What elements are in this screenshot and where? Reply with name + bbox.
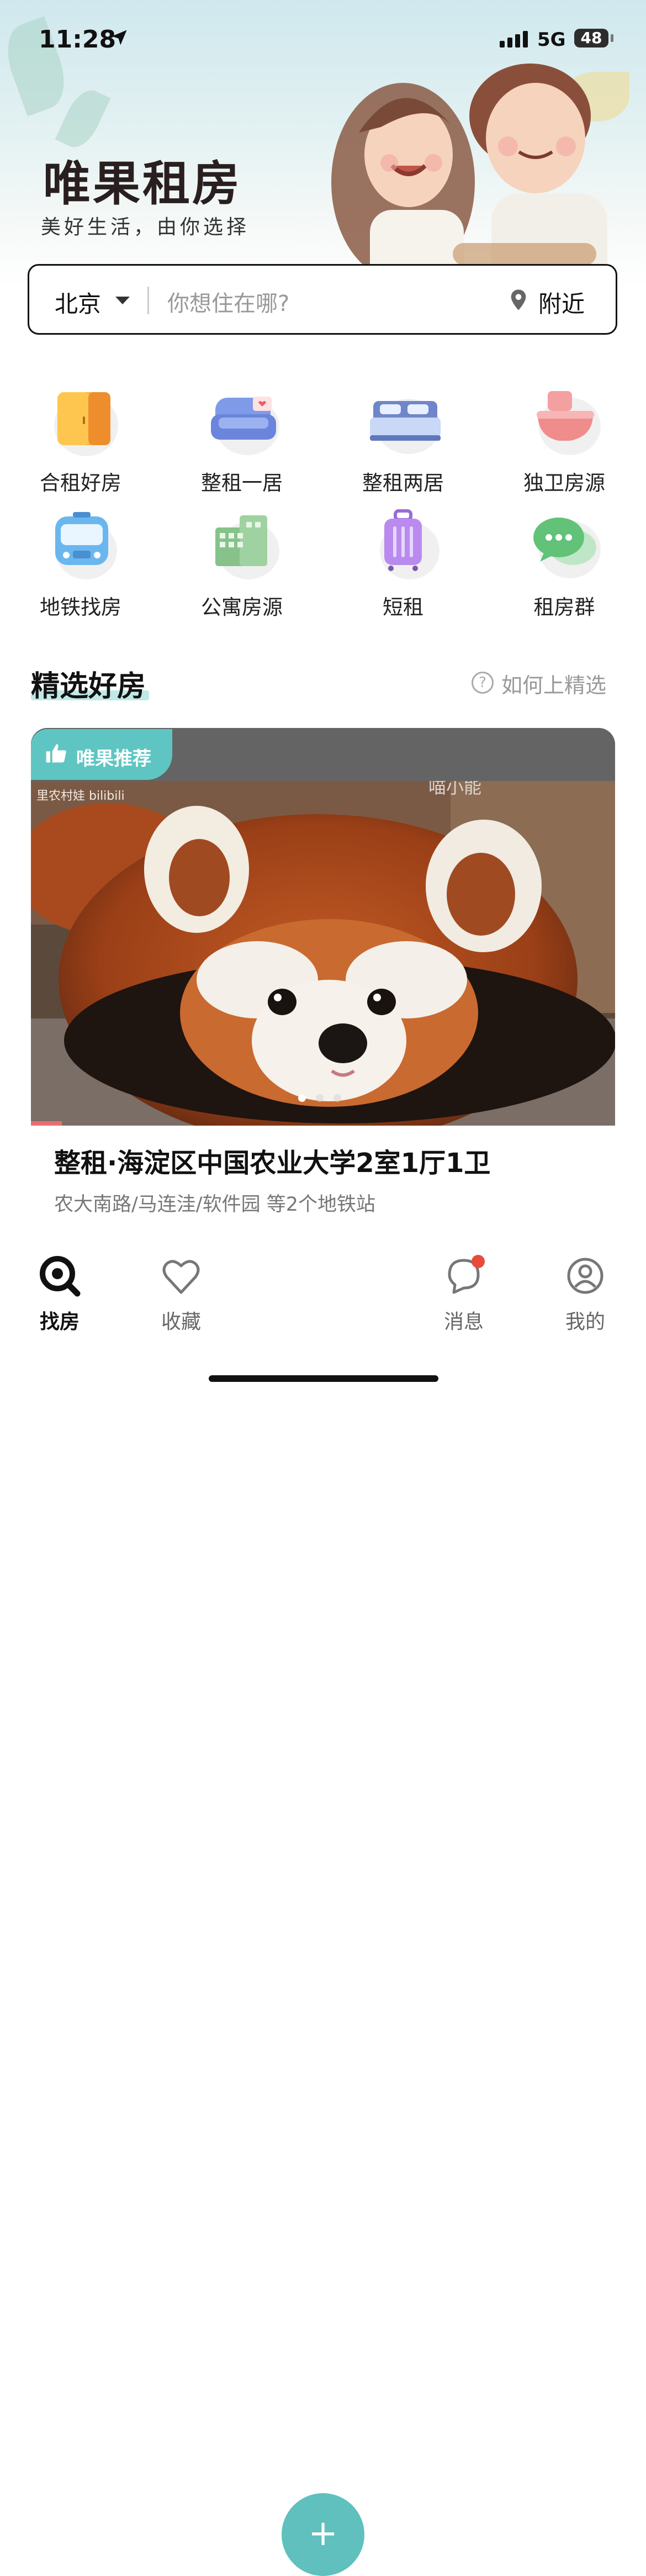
category-shared-rent[interactable]: 合租好房 (0, 381, 161, 496)
pager-dot (333, 1094, 341, 1102)
nearby-button[interactable]: 附近 (538, 286, 585, 319)
city-selector[interactable]: 北京 (55, 286, 101, 319)
category-label: 短租 (383, 595, 423, 619)
tab-favorites[interactable]: 收藏 (131, 1254, 231, 1334)
category-label: 整租一居 (201, 471, 283, 495)
profile-icon (567, 1258, 603, 1294)
category-rent-group[interactable]: 租房群 (484, 505, 645, 620)
recommend-badge: 唯果推荐 (31, 729, 172, 780)
signal-icon (500, 31, 528, 47)
listing-photo[interactable]: 里农村娃 bilibili 喵小能 (31, 781, 615, 1126)
section-title: 精选好房 (31, 670, 146, 703)
tab-messages[interactable]: 消息 (414, 1254, 513, 1334)
how-to-feature-link[interactable]: 如何上精选 (501, 668, 606, 699)
battery-tip (611, 34, 613, 42)
category-label: 整租两居 (362, 471, 444, 495)
tab-find-house[interactable]: 找房 (10, 1254, 109, 1334)
category-apartment[interactable]: 公寓房源 (161, 505, 322, 620)
help-circle-icon[interactable]: ? (472, 672, 494, 694)
category-private-bath[interactable]: 独卫房源 (484, 381, 645, 496)
category-label: 地铁找房 (40, 595, 121, 619)
couple-illustration (331, 64, 607, 287)
listing-title[interactable]: 整租·海淀区中国农业大学2室1厅1卫 (54, 1141, 490, 1180)
message-icon (448, 1255, 485, 1294)
listing-subtitle: 农大南路/马连洼/软件园 等2个地铁站 (54, 1194, 375, 1216)
bed-icon (370, 399, 441, 454)
pager-dot (298, 1094, 306, 1102)
status-time: 11:28 (39, 25, 117, 54)
search-icon (40, 1256, 81, 1297)
search-divider (147, 287, 149, 314)
tab-label: 消息 (443, 1311, 484, 1333)
hero-banner: 11:28 5G 48 唯果租房 美好生活，由你选择 (0, 0, 646, 287)
tab-label: 找房 (39, 1311, 80, 1333)
category-label: 公寓房源 (201, 595, 283, 619)
suitcase-icon (380, 509, 440, 579)
chevron-down-icon[interactable] (115, 297, 130, 304)
watermark-left: 里农村娃 bilibili (36, 789, 125, 803)
search-input[interactable]: 你想住在哪? (167, 286, 289, 318)
category-label: 独卫房源 (523, 471, 605, 495)
heart-icon (162, 1260, 200, 1294)
sofa-icon (211, 397, 279, 455)
network-label: 5G (537, 29, 566, 51)
message-badge (472, 1255, 485, 1268)
category-short-rent[interactable]: 短租 (322, 505, 484, 620)
toilet-icon (537, 391, 601, 455)
tab-label: 收藏 (161, 1311, 201, 1333)
add-button[interactable]: + (282, 2493, 364, 2576)
tab-label: 我的 (565, 1311, 605, 1333)
listing-card[interactable]: 唯果推荐 里农村娃 bilibili 喵小能 (31, 728, 615, 1126)
image-progress (31, 1121, 62, 1126)
door-icon (54, 392, 118, 456)
recommend-badge-label: 唯果推荐 (76, 748, 151, 770)
apartment-icon (215, 515, 279, 579)
search-bar[interactable]: 北京 你想住在哪? 附近 (28, 264, 617, 335)
category-two-bedroom[interactable]: 整租两居 (322, 381, 484, 496)
tab-profile[interactable]: 我的 (536, 1254, 635, 1334)
status-bar: 11:28 5G 48 (0, 25, 646, 59)
location-arrow-icon (112, 30, 127, 45)
battery-icon: 48 (574, 29, 608, 47)
category-label: 合租好房 (40, 471, 121, 495)
category-metro[interactable]: 地铁找房 (0, 505, 161, 620)
category-label: 租房群 (533, 595, 595, 619)
brand-title: 唯果租房 (43, 156, 242, 212)
category-one-bedroom[interactable]: 整租一居 (161, 381, 322, 496)
location-pin-icon[interactable] (510, 289, 527, 311)
watermark-right: 喵小能 (428, 781, 481, 798)
metro-icon (55, 512, 117, 579)
brand-slogan: 美好生活，由你选择 (41, 216, 250, 239)
home-indicator (209, 1375, 438, 1382)
image-pager (298, 1094, 351, 1104)
thumbs-up-icon (46, 744, 66, 763)
chat-group-icon (533, 518, 601, 578)
pager-dot (316, 1094, 324, 1102)
